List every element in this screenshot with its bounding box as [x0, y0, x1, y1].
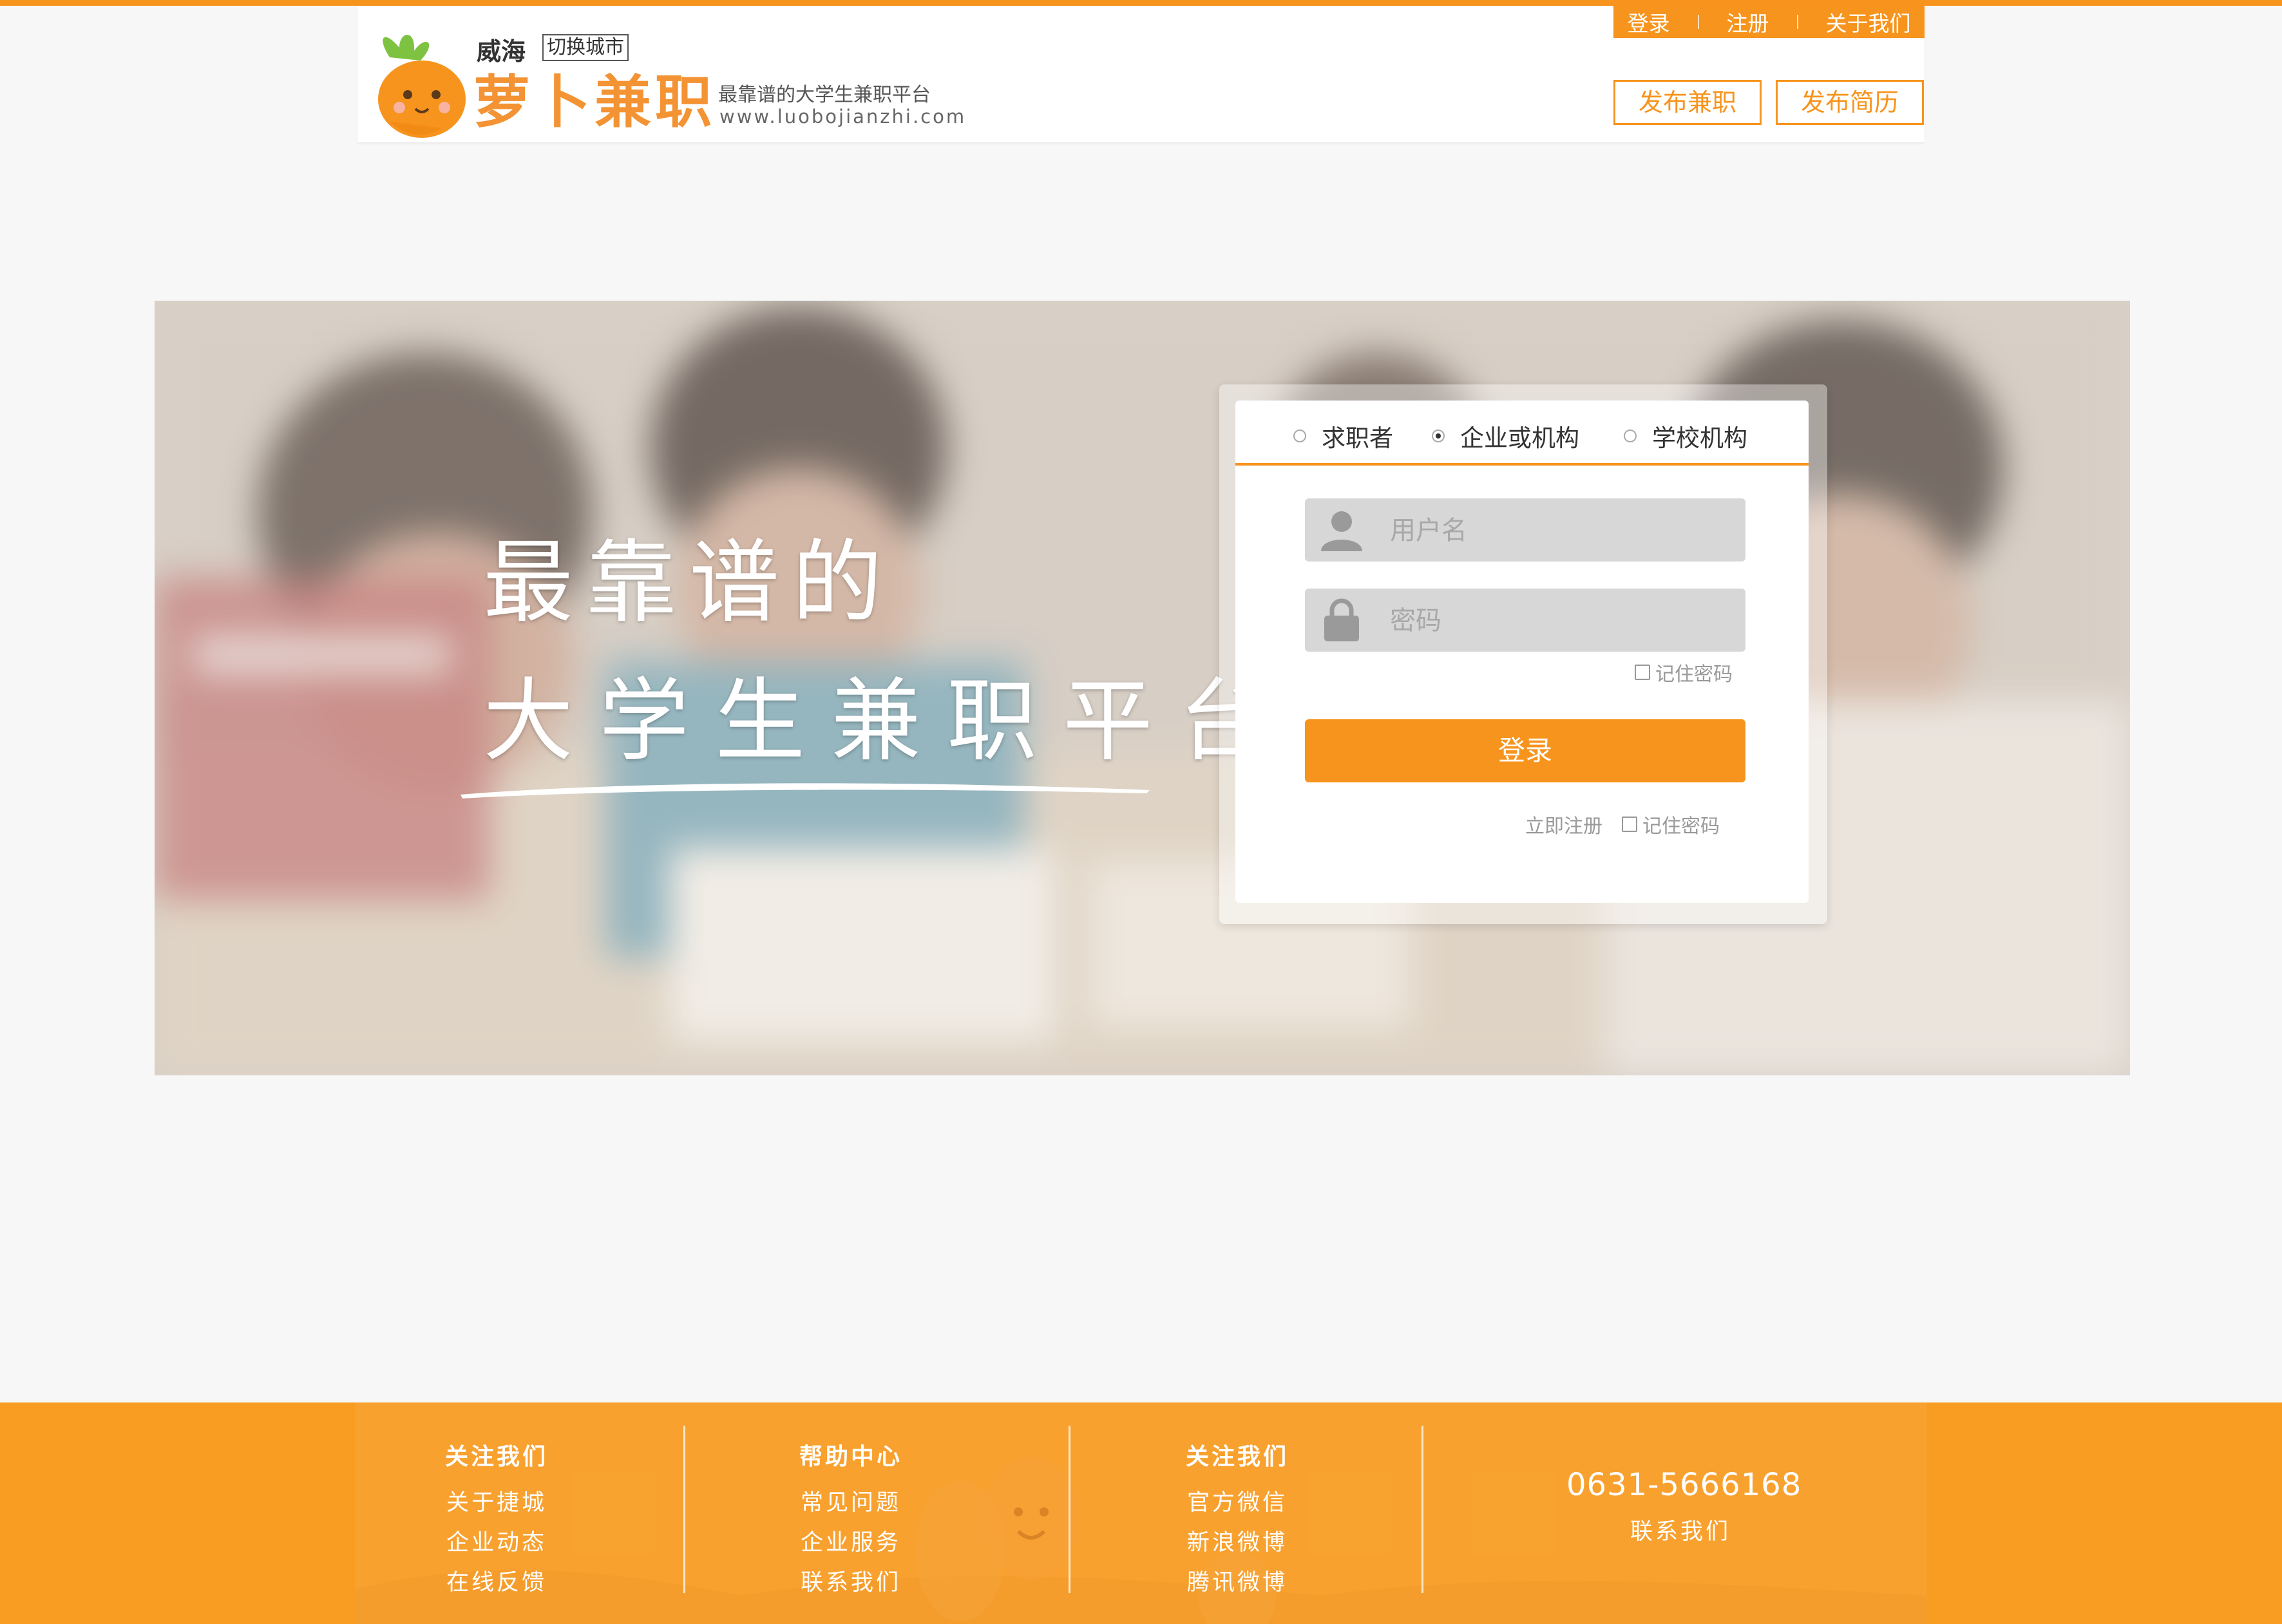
login-bottom-links: 立即注册 记住密码 [1525, 810, 1720, 838]
footer-column-social: 关注我们 官方微信 新浪微博 腾讯微博 [1186, 1438, 1289, 1603]
hero-headline-line2: 大学生兼职平台 [483, 669, 1295, 774]
radio-checked-icon[interactable] [1432, 430, 1445, 442]
password-input[interactable] [1389, 589, 1733, 653]
footer-link[interactable]: 常见问题 [799, 1483, 902, 1523]
role-label: 学校机构 [1652, 424, 1747, 452]
footer: 关注我们 关于捷城 企业动态 在线反馈 帮助中心 常见问题 企业服务 联系我们 … [0, 1402, 2282, 1624]
username-input[interactable] [1389, 498, 1733, 563]
nav-register-link[interactable]: 注册 [1727, 6, 1769, 37]
checkbox-icon[interactable] [1635, 665, 1650, 680]
lock-icon [1324, 598, 1359, 641]
nav-divider [1697, 15, 1699, 29]
role-label: 求职者 [1322, 424, 1393, 452]
footer-column-help: 帮助中心 常见问题 企业服务 联系我们 [799, 1438, 902, 1603]
checkbox-icon[interactable] [1622, 817, 1637, 832]
username-field[interactable] [1305, 498, 1745, 563]
hero-banner: 最靠谱的 大学生兼职平台 [155, 301, 2130, 1075]
switch-city-button[interactable]: 切换城市 [542, 34, 629, 61]
login-submit-button[interactable]: 登录 [1305, 719, 1745, 782]
footer-link[interactable]: 关于捷城 [445, 1483, 548, 1523]
login-panel: 求职者 企业或机构 学校机构 用户名 记住密码 登录 立即注册 记住密码 [1219, 384, 1827, 924]
top-nav: 登录 注册 关于我们 [1613, 6, 1925, 38]
footer-column-title: 帮助中心 [799, 1444, 903, 1470]
footer-link[interactable]: 企业动态 [445, 1523, 548, 1563]
nav-divider [1796, 15, 1798, 29]
role-option-company[interactable]: 企业或机构 [1432, 419, 1579, 453]
nav-about-link[interactable]: 关于我们 [1826, 6, 1911, 37]
hero-headline-line1: 最靠谱的 [483, 531, 896, 636]
post-job-button[interactable]: 发布兼职 [1613, 80, 1762, 125]
login-card: 求职者 企业或机构 学校机构 用户名 记住密码 登录 立即注册 记住密码 [1235, 401, 1809, 903]
footer-divider [1421, 1426, 1423, 1593]
footer-divider [1069, 1426, 1070, 1593]
role-option-job-seeker[interactable]: 求职者 [1293, 419, 1393, 453]
remember-password-option[interactable]: 记住密码 [1635, 658, 1733, 686]
current-city: 威海 [477, 37, 526, 66]
post-resume-button[interactable]: 发布简历 [1776, 80, 1924, 125]
role-option-school[interactable]: 学校机构 [1624, 419, 1747, 453]
footer-link[interactable]: 腾讯微博 [1186, 1563, 1289, 1603]
role-label: 企业或机构 [1460, 424, 1579, 452]
nav-login-link[interactable]: 登录 [1628, 6, 1670, 37]
footer-link[interactable]: 在线反馈 [445, 1563, 548, 1603]
contact-us-link[interactable]: 联系我们 [1630, 1513, 1731, 1546]
footer-column-title: 关注我们 [445, 1444, 549, 1470]
brand-slogan: 最靠谱的大学生兼职平台 [718, 84, 931, 106]
radio-icon[interactable] [1293, 430, 1306, 442]
footer-divider [683, 1426, 685, 1593]
role-selector: 求职者 企业或机构 学校机构 [1235, 401, 1809, 466]
contact-phone: 0631-5666168 [1566, 1467, 1802, 1503]
remember-password-label: 记住密码 [1655, 663, 1733, 686]
brush-stroke-underline [461, 783, 1150, 798]
remember-password-label[interactable]: 记住密码 [1642, 810, 1720, 838]
footer-link[interactable]: 联系我们 [799, 1563, 902, 1603]
footer-link[interactable]: 官方微信 [1186, 1483, 1289, 1523]
footer-link[interactable]: 企业服务 [799, 1523, 902, 1563]
footer-link[interactable]: 新浪微博 [1186, 1523, 1289, 1563]
top-accent-stripe [0, 0, 2282, 6]
footer-column-title: 关注我们 [1186, 1444, 1289, 1470]
brand-url: www.luobojianzhi.com [719, 106, 967, 127]
footer-content: 关注我们 关于捷城 企业动态 在线反馈 帮助中心 常见问题 企业服务 联系我们 … [355, 1402, 1927, 1624]
carrot-logo-icon [378, 35, 466, 138]
footer-column-follow: 关注我们 关于捷城 企业动态 在线反馈 [445, 1438, 548, 1603]
radio-icon[interactable] [1624, 430, 1637, 442]
header: 威海 切换城市 萝卜兼职 最靠谱的大学生兼职平台 www.luobojianzh… [357, 6, 1925, 142]
register-now-link[interactable]: 立即注册 [1525, 810, 1602, 838]
password-field[interactable] [1305, 589, 1745, 653]
user-icon [1321, 511, 1362, 551]
brand-name: 萝卜兼职 [473, 69, 716, 135]
